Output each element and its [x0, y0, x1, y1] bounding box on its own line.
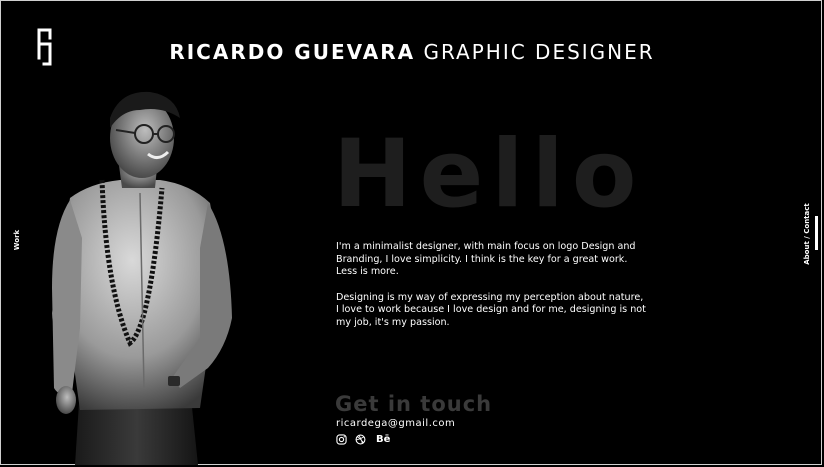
instagram-icon[interactable] [336, 434, 347, 445]
designer-name: RICARDO GUEVARA [169, 40, 416, 64]
email-link[interactable]: ricardega@gmail.com [336, 418, 455, 429]
bio-text: I'm a minimalist designer, with main foc… [336, 241, 646, 343]
designer-role: GRAPHIC DESIGNER [423, 40, 655, 64]
work-nav-link[interactable]: Work [9, 225, 25, 255]
dribbble-icon[interactable] [355, 434, 366, 445]
scroll-indicator[interactable] [815, 216, 818, 250]
bio-paragraph-2: Designing is my way of expressing my per… [336, 291, 646, 328]
bio-paragraph-1: I'm a minimalist designer, with main foc… [336, 241, 636, 278]
about-contact-nav-link[interactable]: About / Contact [800, 196, 814, 272]
portrait-photo [52, 91, 232, 465]
about-contact-nav-label: About / Contact [803, 203, 811, 265]
hello-headline: Hello [333, 120, 645, 229]
get-in-touch-heading: Get in touch [335, 392, 493, 416]
social-links: Bē [336, 434, 390, 445]
work-nav-label: Work [13, 229, 22, 251]
behance-icon[interactable]: Bē [376, 434, 390, 445]
site-title: RICARDO GUEVARA GRAPHIC DESIGNER [0, 40, 824, 64]
